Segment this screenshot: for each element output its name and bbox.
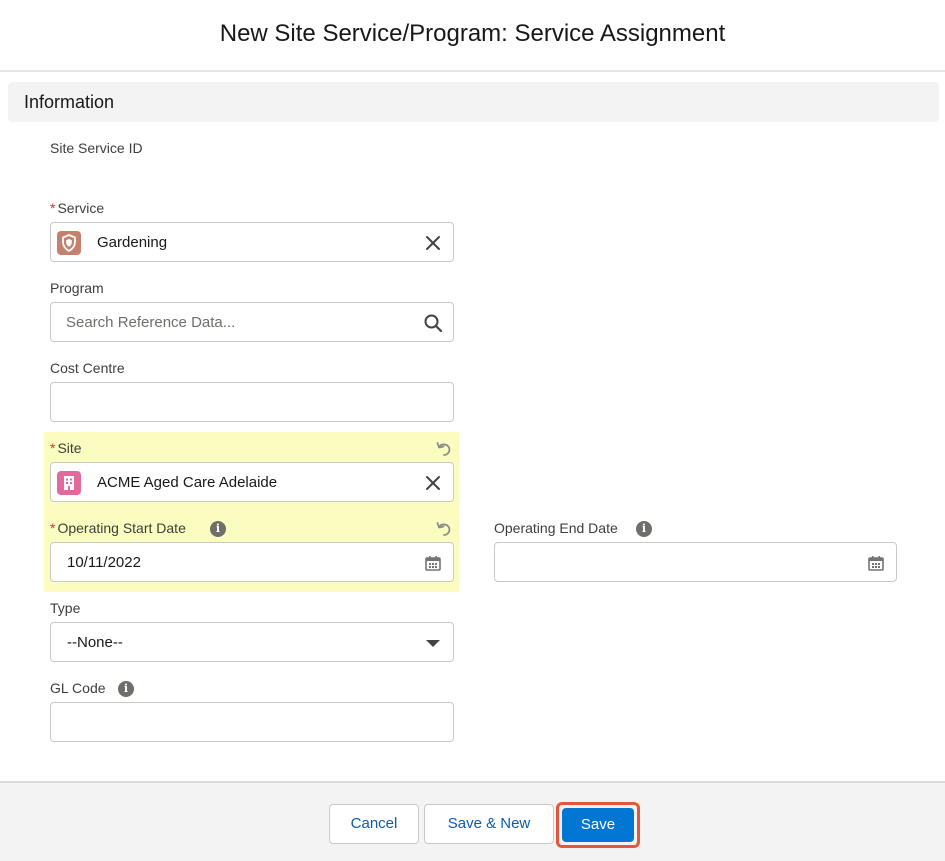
section-title: Information (24, 92, 115, 112)
required-marker: * (50, 520, 56, 536)
chevron-down-icon[interactable] (423, 633, 443, 653)
program-search-input[interactable]: Search Reference Data... (50, 302, 454, 342)
info-icon[interactable]: i (118, 681, 134, 697)
required-marker: * (50, 200, 56, 216)
clear-site-icon[interactable] (423, 473, 443, 493)
site-value: ACME Aged Care Adelaide (97, 474, 278, 491)
info-icon[interactable]: i (210, 521, 226, 537)
search-icon[interactable] (423, 313, 443, 333)
operating-end-date-input[interactable] (494, 542, 897, 582)
site-label: * Site (50, 440, 82, 456)
service-lookup[interactable]: Gardening (50, 222, 454, 262)
undo-start-date-icon[interactable] (435, 520, 453, 538)
start-date-value: 10/11/2022 (67, 554, 141, 571)
building-icon (57, 471, 81, 495)
save-and-new-button[interactable]: Save & New (424, 804, 554, 844)
program-label: Program (50, 280, 104, 296)
modal-title: New Site Service/Program: Service Assign… (219, 20, 726, 47)
program-placeholder: Search Reference Data... (66, 314, 236, 331)
info-icon[interactable]: i (636, 521, 652, 537)
site-service-id-label: Site Service ID (50, 140, 143, 156)
service-shield-icon (57, 231, 81, 255)
operating-start-date-input[interactable]: 10/11/2022 (50, 542, 454, 582)
type-value: --None-- (67, 634, 123, 651)
clear-service-icon[interactable] (423, 233, 443, 253)
cost-centre-label: Cost Centre (50, 360, 125, 376)
calendar-icon[interactable] (423, 553, 443, 573)
type-label: Type (50, 600, 81, 616)
section-information[interactable]: Information (8, 82, 939, 122)
service-value: Gardening (97, 234, 168, 251)
operating-start-date-label: * Operating Start Date (50, 520, 186, 536)
gl-code-input[interactable] (50, 702, 454, 742)
gl-code-label: GL Code (50, 680, 106, 696)
save-button[interactable]: Save (562, 808, 634, 842)
type-select[interactable]: --None-- (50, 622, 454, 662)
service-label: * Service (50, 200, 105, 216)
operating-end-date-label: Operating End Date (494, 520, 618, 536)
undo-site-icon[interactable] (435, 440, 453, 458)
required-marker: * (50, 440, 56, 456)
cost-centre-input[interactable] (50, 382, 454, 422)
cancel-button[interactable]: Cancel (329, 804, 419, 844)
modal-header: New Site Service/Program: Service Assign… (0, 0, 945, 72)
site-lookup[interactable]: ACME Aged Care Adelaide (50, 462, 454, 502)
calendar-icon[interactable] (866, 553, 886, 573)
